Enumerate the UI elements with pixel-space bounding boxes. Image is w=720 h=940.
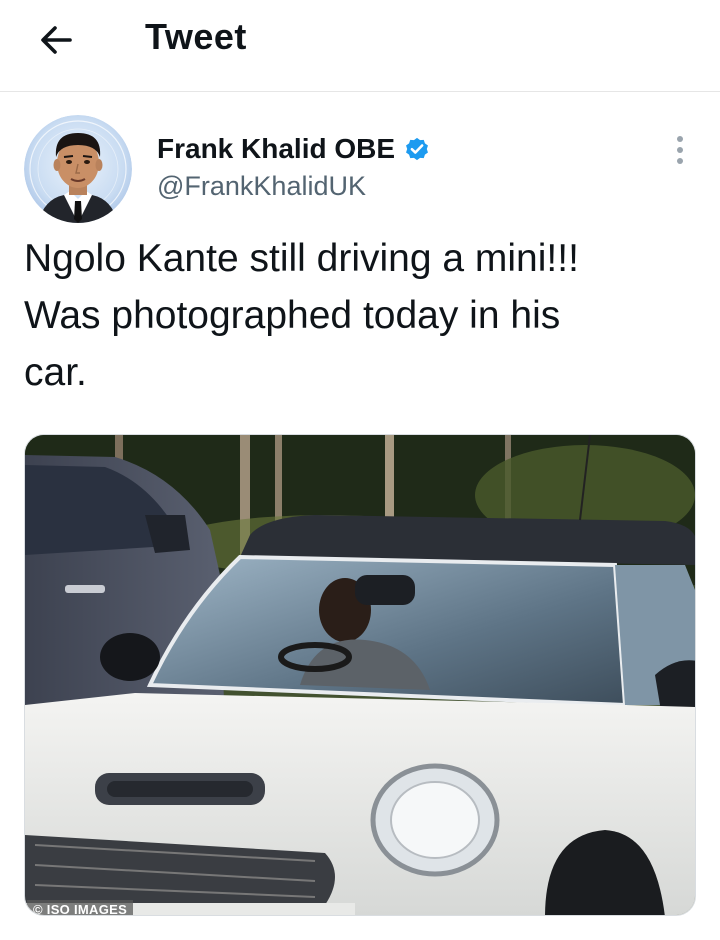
avatar[interactable] xyxy=(24,115,132,223)
back-button[interactable] xyxy=(30,18,82,62)
page-title: Tweet xyxy=(145,16,247,57)
tweet-text: Ngolo Kante still driving a mini!!! Was … xyxy=(24,237,579,394)
verified-badge-icon xyxy=(406,137,429,161)
photo-car-illustration xyxy=(25,435,695,915)
tweet-photo[interactable]: © ISO IMAGES xyxy=(24,434,696,916)
author-name-row: Frank Khalid OBE xyxy=(157,133,431,165)
author-handle[interactable]: @FrankKhalidUK xyxy=(157,171,431,202)
more-options-button[interactable] xyxy=(664,132,696,168)
more-vertical-icon-dot xyxy=(677,147,683,153)
more-vertical-icon-dot xyxy=(677,136,683,142)
more-vertical-icon-dot xyxy=(677,158,683,164)
top-bar: Tweet xyxy=(0,0,720,92)
author-block: Frank Khalid OBE @FrankKhalidUK xyxy=(157,133,431,202)
author-name[interactable]: Frank Khalid OBE xyxy=(157,133,395,165)
photo-credit: © ISO IMAGES xyxy=(27,900,134,915)
avatar-illustration xyxy=(24,115,132,223)
arrow-left-icon xyxy=(41,26,72,54)
